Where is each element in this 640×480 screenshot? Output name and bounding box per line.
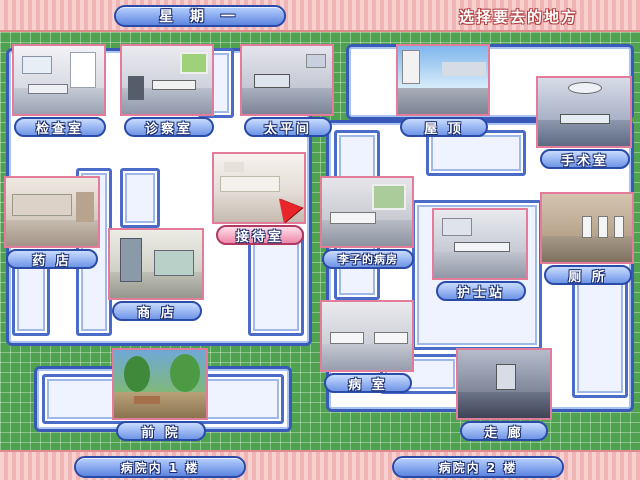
floor1-room-block [248,230,304,336]
nurse-station-label[interactable]: 护士站 [436,281,526,301]
corridor-label[interactable]: 走 廊 [460,421,548,441]
ward-thumbnail[interactable] [320,300,414,372]
exam-room-thumbnail[interactable] [12,44,106,116]
ward-label[interactable]: 病 室 [324,373,412,393]
floor1-room-block [120,168,160,228]
consult-room-label[interactable]: 诊察室 [124,117,214,137]
pharmacy-thumbnail[interactable] [4,176,100,248]
reception-label[interactable]: 接待室 [216,225,304,245]
morgue-label[interactable]: 太平间 [244,117,332,137]
lizi-ward-thumbnail[interactable] [320,176,414,248]
consult-room-thumbnail[interactable] [120,44,214,116]
rooftop-label[interactable]: 屋 顶 [400,117,488,137]
front-yard-label[interactable]: 前 院 [116,421,206,441]
shop-label[interactable]: 商 店 [112,301,202,321]
corridor-thumbnail[interactable] [456,348,552,420]
exam-room-label[interactable]: 检查室 [14,117,106,137]
floor2-room-block [572,272,628,398]
pharmacy-label[interactable]: 药 店 [6,249,98,269]
surgery-thumbnail[interactable] [536,76,632,148]
nurse-station-thumbnail[interactable] [432,208,528,280]
toilet-thumbnail[interactable] [540,192,634,264]
toilet-label[interactable]: 厕 所 [544,265,632,285]
floor1-room-block [12,258,50,336]
lizi-ward-label[interactable]: 李子的病房 [322,249,414,269]
instruction-title: 选择要去的地方 [458,8,578,26]
rooftop-thumbnail[interactable] [396,44,490,116]
shop-thumbnail[interactable] [108,228,204,300]
front-yard-thumbnail[interactable] [112,348,208,420]
surgery-label[interactable]: 手术室 [540,149,630,169]
floor2-button[interactable]: 病院内 2 楼 [392,456,564,478]
day-indicator: 星 期 一 [114,5,286,27]
morgue-thumbnail[interactable] [240,44,334,116]
floor1-button[interactable]: 病院内 1 楼 [74,456,246,478]
